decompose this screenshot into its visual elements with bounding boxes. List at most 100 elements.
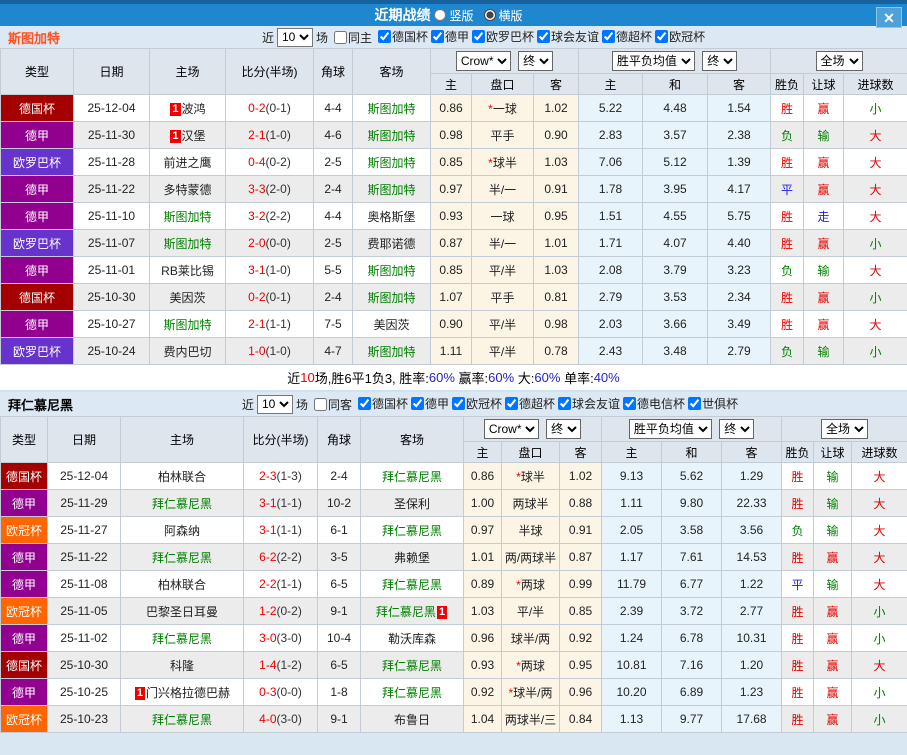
mean-draw-cell: 3.72 (662, 598, 722, 625)
close-button[interactable]: ✕ (876, 7, 902, 28)
league-filter-checkbox[interactable] (378, 30, 391, 43)
league-filter-option[interactable]: 欧冠杯 (655, 28, 705, 45)
fulltime-score: 0-2 (248, 290, 265, 304)
home-team-cell: 科隆 (121, 652, 244, 679)
odds-company-select[interactable]: Crow* (484, 419, 539, 439)
vertical-layout-option[interactable]: 竖版 (434, 7, 473, 24)
mean-type-select[interactable]: 胜平负均值 (612, 51, 695, 71)
horizontal-layout-option[interactable]: 横版 (484, 7, 523, 24)
away-team-cell: 拜仁慕尼黑1 (361, 598, 464, 625)
handicap-line-cell: *球半 (472, 149, 534, 176)
summary-segment: 60% (429, 370, 455, 385)
league-filter-checkbox[interactable] (688, 397, 701, 410)
mean-stage-select[interactable]: 终 (719, 419, 754, 439)
match-row: 德甲25-11-10斯图加特3-2(2-2)4-4奥格斯堡0.93一球0.951… (1, 203, 907, 230)
goals-result-cell: 大 (852, 652, 907, 679)
mean-draw-cell: 3.95 (643, 176, 708, 203)
league-filter-option[interactable]: 德电信杯 (623, 395, 685, 412)
score-cell: 6-2(2-2) (244, 544, 318, 571)
halftime-score: (2-2) (266, 209, 291, 223)
league-filter-option[interactable]: 德超杯 (505, 395, 555, 412)
vertical-layout-radio[interactable] (434, 9, 446, 21)
goals-result-cell: 大 (844, 176, 907, 203)
odds-stage-select[interactable]: 终 (546, 419, 581, 439)
handicap-line-cell: 平/半 (472, 311, 534, 338)
mean-away-cell: 14.53 (722, 544, 782, 571)
asterisk-mark: * (516, 470, 521, 484)
league-filter-checkbox[interactable] (411, 397, 424, 410)
odds-home-cell: 0.87 (431, 230, 472, 257)
col-mean-draw: 和 (662, 442, 722, 463)
mean-home-cell: 7.06 (579, 149, 643, 176)
fulltime-score: 6-2 (259, 550, 276, 564)
league-filter-option[interactable]: 德超杯 (602, 28, 652, 45)
league-filter-checkbox[interactable] (602, 30, 615, 43)
odds-home-cell: 0.86 (464, 463, 502, 490)
col-home: 主场 (150, 49, 226, 95)
fulltime-score: 3-0 (259, 631, 276, 645)
match-count-select[interactable]: 10 (277, 28, 313, 47)
date-cell: 25-11-28 (74, 149, 150, 176)
league-filter-checkbox[interactable] (537, 30, 550, 43)
league-filter-option[interactable]: 德国杯 (358, 395, 408, 412)
league-filter-checkbox[interactable] (623, 397, 636, 410)
halftime-score: (0-1) (266, 101, 291, 115)
filter-bar: 近 10 场 同主 德国杯德甲欧罗巴杯球会友谊德超杯欧冠杯 (60, 28, 907, 47)
score-cell: 3-1(1-1) (244, 517, 318, 544)
same-venue-option[interactable]: 同客 (314, 396, 352, 413)
league-filter-checkbox[interactable] (655, 30, 668, 43)
league-filter-checkbox[interactable] (358, 397, 371, 410)
stuttgart-section-header: 斯图加特 近 10 场 同主 德国杯德甲欧罗巴杯球会友谊德超杯欧冠杯 (0, 26, 907, 48)
league-filter-option[interactable]: 德甲 (431, 28, 469, 45)
halftime-score: (1-1) (266, 317, 291, 331)
handicap-result-cell: 赢 (804, 95, 844, 122)
same-venue-label: 同客 (328, 396, 352, 413)
league-filter-checkbox[interactable] (505, 397, 518, 410)
winloss-cell: 平 (771, 176, 804, 203)
league-filter-option[interactable]: 球会友谊 (558, 395, 620, 412)
league-filter-label: 德甲 (445, 28, 469, 45)
mean-draw-cell: 5.12 (643, 149, 708, 176)
mean-stage-select[interactable]: 终 (702, 51, 737, 71)
score-cell: 2-2(1-1) (244, 571, 318, 598)
mean-draw-cell: 3.66 (643, 311, 708, 338)
league-filter-checkbox[interactable] (472, 30, 485, 43)
same-venue-checkbox[interactable] (314, 398, 327, 411)
team-name: 拜仁慕尼黑 (382, 686, 442, 700)
same-venue-checkbox[interactable] (334, 31, 347, 44)
mean-home-cell: 2.43 (579, 338, 643, 365)
league-filter-option[interactable]: 欧冠杯 (452, 395, 502, 412)
league-filter-option[interactable]: 球会友谊 (537, 28, 599, 45)
mean-home-cell: 1.51 (579, 203, 643, 230)
league-cell: 德甲 (1, 257, 74, 284)
league-cell: 德甲 (1, 203, 74, 230)
halftime-score: (0-2) (266, 155, 291, 169)
scope-select[interactable]: 全场 (816, 51, 863, 71)
winloss-cell: 胜 (771, 311, 804, 338)
league-filter-checkbox[interactable] (431, 30, 444, 43)
league-filter-option[interactable]: 德国杯 (378, 28, 428, 45)
scope-select[interactable]: 全场 (821, 419, 868, 439)
winloss-cell: 胜 (782, 463, 814, 490)
league-filter-option[interactable]: 德甲 (411, 395, 449, 412)
home-team-cell: 1波鸿 (150, 95, 226, 122)
match-count-select[interactable]: 10 (257, 395, 293, 414)
handicap-result-cell: 赢 (814, 652, 852, 679)
odds-home-cell: 1.07 (431, 284, 472, 311)
away-team-cell: 斯图加特 (353, 122, 431, 149)
odds-company-select[interactable]: Crow* (456, 51, 511, 71)
horizontal-layout-radio[interactable] (484, 9, 496, 21)
mean-type-select[interactable]: 胜平负均值 (629, 419, 712, 439)
league-filter-checkbox[interactable] (452, 397, 465, 410)
odds-stage-select[interactable]: 终 (518, 51, 553, 71)
league-filter-option[interactable]: 世俱杯 (688, 395, 738, 412)
col-corner: 角球 (314, 49, 353, 95)
home-team-cell: 费内巴切 (150, 338, 226, 365)
fulltime-score: 2-1 (248, 317, 265, 331)
league-filter-option[interactable]: 欧罗巴杯 (472, 28, 534, 45)
odds-home-cell: 0.97 (431, 176, 472, 203)
mean-away-cell: 17.68 (722, 706, 782, 733)
league-filter-checkbox[interactable] (558, 397, 571, 410)
same-venue-option[interactable]: 同主 (334, 29, 372, 46)
col-odds-home: 主 (464, 442, 502, 463)
